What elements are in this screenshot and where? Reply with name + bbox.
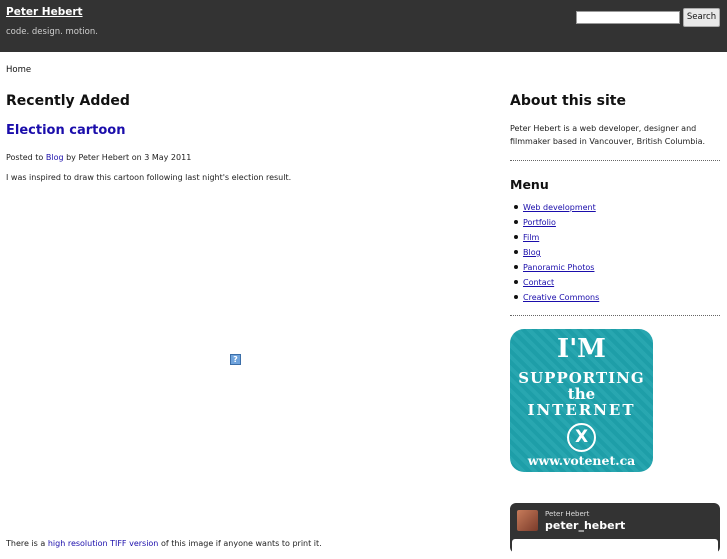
votenet-badge[interactable]: I'M SUPPORTING the INTERNET X www.votene… (510, 329, 653, 472)
breadcrumb: Home (6, 65, 32, 75)
post-meta-prefix: Posted to (6, 153, 44, 162)
menu-item: Portfolio (513, 217, 599, 232)
menu-item: Film (513, 232, 599, 247)
sidebar-divider (510, 315, 720, 316)
menu-item: Panoramic Photos (513, 262, 599, 277)
search-input[interactable] (576, 11, 680, 24)
post-title-link[interactable]: Election cartoon (6, 123, 125, 138)
menu-link-film[interactable]: Film (523, 233, 539, 242)
menu-link-portfolio[interactable]: Portfolio (523, 218, 556, 227)
menu-link-blog[interactable]: Blog (523, 248, 541, 257)
post-footer-prefix: There is a (6, 539, 46, 548)
post-footer-suffix: of this image if anyone wants to print i… (160, 539, 322, 548)
badge-url: www.votenet.ca (527, 453, 636, 468)
badge-line-4: INTERNET (527, 401, 636, 419)
menu-title: Menu (510, 177, 549, 192)
about-text: Peter Hebert is a web developer, designe… (510, 124, 706, 146)
site-tagline: code. design. motion. (6, 27, 98, 37)
post-footer-text: There is a high resolution TIFF version … (6, 539, 322, 548)
menu-link-panoramic-photos[interactable]: Panoramic Photos (523, 263, 594, 272)
twitter-handle[interactable]: peter_hebert (545, 519, 625, 532)
tiff-version-link[interactable]: high resolution TIFF version (48, 539, 159, 548)
site-title-link[interactable]: Peter Hebert (6, 6, 83, 18)
about-title: About this site (510, 93, 626, 109)
menu-link-contact[interactable]: Contact (523, 278, 554, 287)
twitter-feed-panel (512, 539, 718, 559)
twitter-display-name: Peter Hebert (545, 510, 590, 518)
post-category-link[interactable]: Blog (46, 153, 64, 162)
broken-image-icon: ? (230, 354, 241, 365)
search-button[interactable]: Search (683, 8, 720, 27)
menu-item: Web development (513, 202, 599, 217)
twitter-widget: Peter Hebert peter_hebert (510, 503, 720, 559)
post-meta-suffix: by Peter Hebert on 3 May 2011 (66, 153, 192, 162)
post-meta: Posted to Blog by Peter Hebert on 3 May … (6, 153, 191, 162)
sidebar-divider (510, 160, 720, 161)
menu-link-creative-commons[interactable]: Creative Commons (523, 293, 599, 302)
site-header: Peter Hebert code. design. motion. Searc… (0, 0, 727, 52)
badge-line-1: I'M (557, 334, 606, 364)
post-title: Election cartoon (6, 123, 125, 138)
menu-item: Blog (513, 247, 599, 262)
menu-list: Web development Portfolio Film Blog Pano… (510, 202, 599, 307)
x-circle-icon: X (567, 423, 596, 452)
menu-link-web-development[interactable]: Web development (523, 203, 596, 212)
avatar[interactable] (517, 510, 538, 531)
section-title: Recently Added (6, 93, 130, 109)
menu-item: Contact (513, 277, 599, 292)
post-body: I was inspired to draw this cartoon foll… (6, 173, 292, 182)
menu-item: Creative Commons (513, 292, 599, 307)
